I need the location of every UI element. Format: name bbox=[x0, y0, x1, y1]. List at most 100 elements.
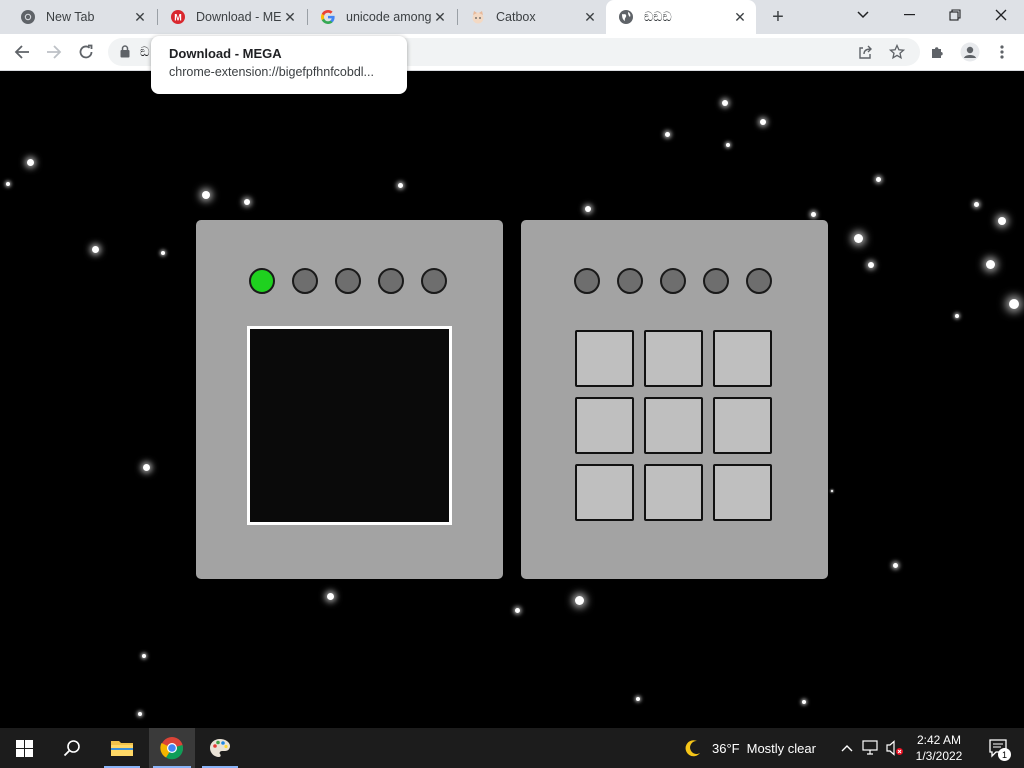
search-icon bbox=[63, 740, 80, 757]
star bbox=[91, 245, 99, 253]
extensions-puzzle-icon[interactable] bbox=[925, 39, 951, 65]
star bbox=[326, 592, 334, 600]
minimize-button[interactable] bbox=[886, 0, 932, 30]
file-explorer-button[interactable] bbox=[100, 728, 144, 768]
star bbox=[161, 251, 165, 255]
tab-new-tab[interactable]: New Tab ✕ bbox=[8, 0, 156, 34]
close-tab-icon[interactable]: ✕ bbox=[732, 9, 748, 25]
keypad-button-6[interactable] bbox=[713, 397, 772, 454]
share-icon[interactable] bbox=[856, 43, 874, 61]
star bbox=[955, 314, 959, 318]
mega-icon: M bbox=[170, 9, 186, 25]
weather-temp: 36°F bbox=[712, 740, 740, 756]
right-light-1 bbox=[574, 268, 600, 294]
keypad-button-5[interactable] bbox=[644, 397, 703, 454]
star bbox=[636, 697, 640, 701]
new-tab-button[interactable]: + bbox=[766, 5, 790, 29]
star bbox=[998, 217, 1006, 225]
back-arrow-icon bbox=[14, 45, 29, 59]
profile-avatar-icon[interactable] bbox=[957, 39, 983, 65]
bookmark-star-icon[interactable] bbox=[888, 43, 906, 61]
reload-button[interactable] bbox=[73, 39, 99, 65]
star bbox=[142, 654, 146, 658]
star bbox=[397, 182, 403, 188]
left-light-4 bbox=[378, 268, 404, 294]
left-light-5 bbox=[421, 268, 447, 294]
notifications-button[interactable]: 1 bbox=[978, 728, 1018, 768]
close-tab-icon[interactable]: ✕ bbox=[282, 9, 298, 25]
svg-text:M: M bbox=[174, 13, 182, 23]
catbox-icon bbox=[470, 9, 486, 25]
close-window-button[interactable] bbox=[978, 0, 1024, 30]
keypad-button-9[interactable] bbox=[713, 464, 772, 521]
keypad-button-1[interactable] bbox=[575, 330, 634, 387]
star bbox=[892, 562, 898, 568]
tab-strip: New Tab ✕ M Download - ME ✕ unicode amon… bbox=[0, 0, 1024, 34]
keypad-button-8[interactable] bbox=[644, 464, 703, 521]
chrome-taskbar-button[interactable] bbox=[149, 728, 195, 768]
paint-app-button[interactable] bbox=[198, 728, 242, 768]
notification-count-badge: 1 bbox=[998, 748, 1011, 761]
star bbox=[853, 233, 863, 243]
globe-icon bbox=[618, 9, 634, 25]
star bbox=[973, 201, 979, 207]
reload-icon bbox=[79, 44, 93, 59]
tab-unicode-among[interactable]: unicode among ✕ bbox=[308, 0, 456, 34]
back-button[interactable] bbox=[9, 39, 35, 65]
start-button[interactable] bbox=[0, 728, 48, 768]
clock-date: 1/3/2022 bbox=[915, 749, 963, 763]
star bbox=[726, 143, 730, 147]
lock-icon[interactable] bbox=[120, 45, 130, 63]
star bbox=[6, 182, 10, 186]
moon-weather-icon[interactable] bbox=[680, 728, 706, 768]
network-icon[interactable] bbox=[860, 728, 882, 768]
keypad-button-3[interactable] bbox=[713, 330, 772, 387]
show-hidden-icons-chevron-icon[interactable] bbox=[836, 728, 858, 768]
star bbox=[664, 131, 670, 137]
star bbox=[574, 595, 584, 605]
right-light-2 bbox=[617, 268, 643, 294]
star bbox=[875, 176, 881, 182]
close-tab-icon[interactable]: ✕ bbox=[432, 9, 448, 25]
menu-kebab-icon[interactable] bbox=[989, 39, 1015, 65]
restore-button[interactable] bbox=[932, 0, 978, 30]
left-panel bbox=[196, 220, 503, 579]
star bbox=[514, 607, 520, 613]
tab-active-amogus[interactable]: ඞඞඞ ✕ bbox=[606, 0, 756, 34]
right-light-3 bbox=[660, 268, 686, 294]
tooltip-title: Download - MEGA bbox=[169, 46, 282, 61]
windows-taskbar: 36°F Mostly clear 2:42 AM 1/3/2022 1 bbox=[0, 728, 1024, 768]
star bbox=[26, 158, 34, 166]
keypad-button-2[interactable] bbox=[644, 330, 703, 387]
tab-hover-tooltip: Download - MEGA chrome-extension://bigef… bbox=[151, 36, 407, 94]
tab-title: Catbox bbox=[496, 10, 536, 24]
search-button[interactable] bbox=[48, 728, 96, 768]
chrome-icon bbox=[20, 9, 36, 25]
tab-title: Download - ME bbox=[196, 10, 282, 24]
right-light-5 bbox=[746, 268, 772, 294]
forward-button[interactable] bbox=[41, 39, 67, 65]
tab-title: ඞඞඞ bbox=[644, 9, 672, 24]
web-page bbox=[0, 71, 1024, 728]
weather-widget[interactable]: 36°F Mostly clear bbox=[712, 728, 832, 768]
clock[interactable]: 2:42 AM 1/3/2022 bbox=[908, 728, 970, 768]
star bbox=[831, 490, 833, 492]
tab-search-chevron-icon[interactable] bbox=[840, 0, 886, 30]
display-screen bbox=[247, 326, 452, 525]
star bbox=[868, 262, 874, 268]
star bbox=[810, 211, 816, 217]
tab-catbox[interactable]: Catbox ✕ bbox=[458, 0, 606, 34]
star bbox=[802, 700, 806, 704]
left-light-1 bbox=[249, 268, 275, 294]
clock-time: 2:42 AM bbox=[916, 733, 962, 747]
close-tab-icon[interactable]: ✕ bbox=[132, 9, 148, 25]
right-panel bbox=[521, 220, 828, 579]
close-tab-icon[interactable]: ✕ bbox=[582, 9, 598, 25]
tab-download-mega[interactable]: M Download - ME ✕ bbox=[158, 0, 306, 34]
star bbox=[244, 199, 250, 205]
keypad-button-7[interactable] bbox=[575, 464, 634, 521]
star bbox=[202, 191, 210, 199]
keypad-button-4[interactable] bbox=[575, 397, 634, 454]
volume-muted-icon[interactable] bbox=[884, 728, 906, 768]
star bbox=[760, 119, 766, 125]
